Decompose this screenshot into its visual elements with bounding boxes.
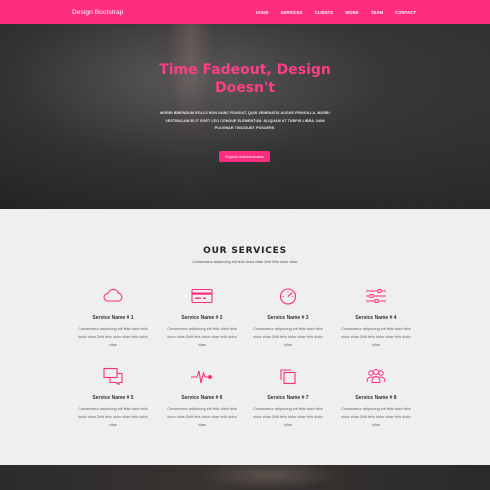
service-name: Service Name # 2	[181, 315, 223, 321]
service-name: Service Name # 3	[267, 315, 309, 321]
pulse-icon	[191, 370, 212, 384]
hero-description: MORBI BIBENDUM ROLLS NON NUNC FEUGIAT, Q…	[160, 111, 330, 130]
service-name: Service Name # 1	[92, 315, 134, 321]
service-card-8: Service Name # 8 Consectetur adipiscing …	[334, 367, 418, 430]
service-description: Consectetur adipiscing elit felis dolor …	[78, 407, 148, 428]
nav-link-clients[interactable]: CLIENTS	[303, 10, 334, 15]
services-subtitle: Consectetur adipiscing elit felis dolor …	[192, 260, 298, 264]
services-title: OUR SERVICES	[203, 246, 287, 256]
service-name: Service Name # 7	[267, 395, 309, 401]
background-image-highlight	[200, 465, 340, 490]
cloud-icon	[103, 288, 123, 302]
explore-button[interactable]: Explore Awesomeness	[219, 151, 270, 162]
hero-title: Time Fadeout, Design Doesn't	[0, 61, 490, 97]
service-name: Service Name # 5	[92, 395, 134, 401]
hero-title-line-2: Doesn't	[214, 80, 275, 96]
service-description: Consectetur adipiscing elit felis dolor …	[167, 327, 237, 348]
next-section-background	[0, 465, 490, 490]
nav-link-home[interactable]: HOME	[256, 10, 269, 15]
service-card-4: Service Name # 4 Consectetur adipiscing …	[334, 287, 418, 350]
nav-link-work[interactable]: WORK	[333, 10, 359, 15]
service-card-7: Service Name # 7 Consectetur adipiscing …	[246, 367, 330, 430]
nav-link-contact[interactable]: CONTACT	[383, 10, 416, 15]
service-card-3: Service Name # 3 Consectetur adipiscing …	[246, 287, 330, 350]
service-description: Consectetur adipiscing elit felis dolor …	[78, 327, 148, 348]
speedometer-icon	[279, 288, 297, 305]
nav-links: HOME SERVICES CLIENTS WORK TEAM CONTACT	[256, 10, 416, 15]
service-card-5: Service Name # 5 Consectetur adipiscing …	[71, 367, 155, 430]
brand-logo[interactable]: Design Bootstrap	[72, 9, 123, 16]
service-card-2: Service Name # 2 Consectetur adipiscing …	[160, 287, 244, 350]
services-section: OUR SERVICES Consectetur adipiscing elit…	[0, 209, 490, 465]
hero-title-line-1: Time Fadeout, Design	[159, 62, 331, 78]
navbar: Design Bootstrap HOME SERVICES CLIENTS W…	[0, 0, 490, 24]
service-name: Service Name # 8	[355, 395, 397, 401]
service-description: Consectetur adipiscing elit felis dolor …	[341, 327, 411, 348]
credit-card-icon	[191, 288, 213, 304]
service-name: Service Name # 4	[355, 315, 397, 321]
chat-icon	[103, 367, 123, 385]
service-description: Consectetur adipiscing elit felis dolor …	[253, 407, 323, 428]
nav-link-services[interactable]: SERVICES	[269, 10, 303, 15]
team-icon	[366, 369, 386, 383]
copy-icon	[280, 369, 296, 385]
sliders-icon	[366, 289, 386, 303]
service-name: Service Name # 6	[181, 395, 223, 401]
service-description: Consectetur adipiscing elit felis dolor …	[253, 327, 323, 348]
service-description: Consectetur adipiscing elit felis dolor …	[167, 407, 237, 428]
nav-link-team[interactable]: TEAM	[359, 10, 383, 15]
service-card-6: Service Name # 6 Consectetur adipiscing …	[160, 367, 244, 430]
service-card-1: Service Name # 1 Consectetur adipiscing …	[71, 287, 155, 350]
hero-section: Time Fadeout, Design Doesn't MORBI BIBEN…	[0, 24, 490, 209]
service-description: Consectetur adipiscing elit felis dolor …	[341, 407, 411, 428]
